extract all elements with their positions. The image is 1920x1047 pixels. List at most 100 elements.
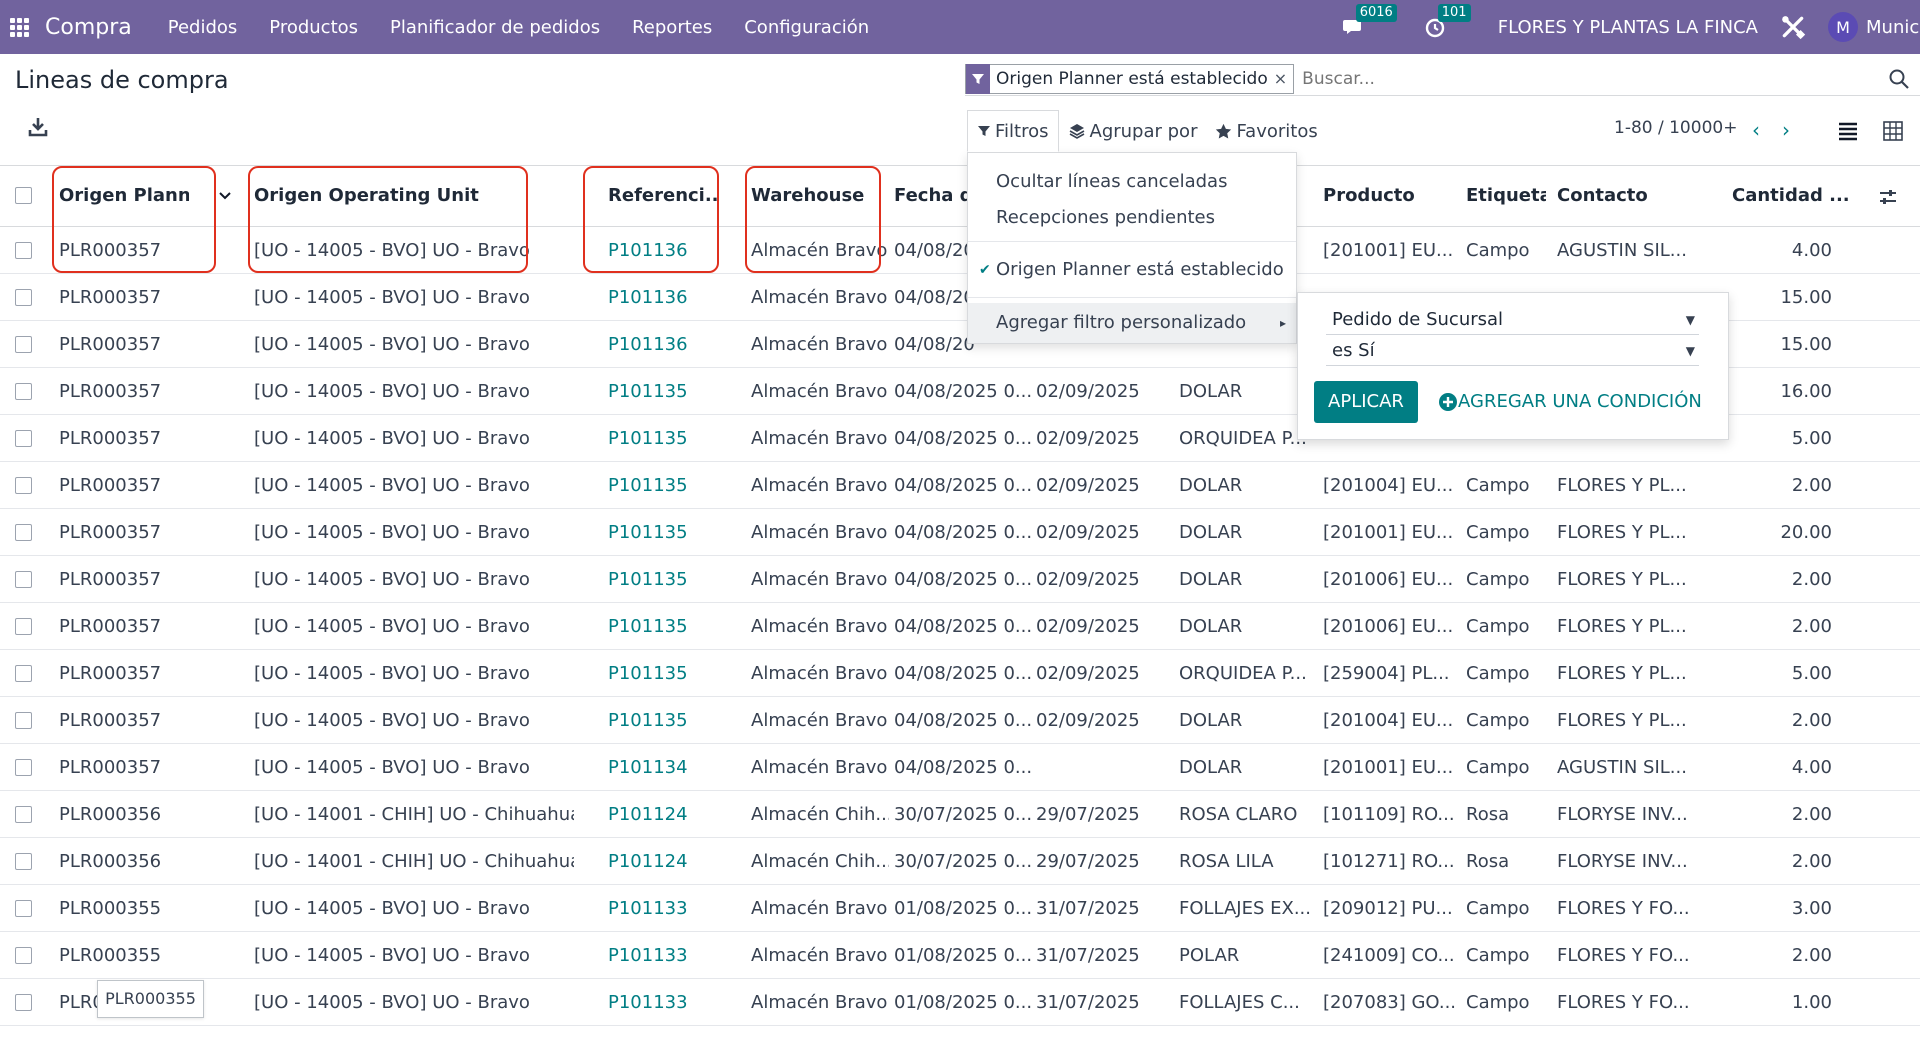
table-row[interactable]: PLR000357 [UO - 14005 - BVO] UO - Bravo P1… [0,697,1920,744]
menu-pedidos[interactable]: Pedidos [168,17,238,38]
cell-referencia[interactable]: P101135 [608,462,733,509]
cell-referencia[interactable]: P101136 [608,274,733,321]
facet-remove-icon[interactable]: × [1274,69,1293,88]
group-by-button[interactable]: Agrupar por [1059,110,1207,152]
cell-referencia[interactable]: P101135 [608,697,733,744]
cell-referencia[interactable]: P101133 [608,932,733,979]
favorites-label: Favoritos [1236,120,1318,142]
plus-circle-icon [1439,392,1457,411]
user-avatar[interactable]: M [1828,12,1858,42]
table-row[interactable]: PLR000357 [UO - 14005 - BVO] UO - Bravo P1… [0,650,1920,697]
row-checkbox[interactable] [15,806,32,823]
search-input[interactable] [1302,68,1888,89]
user-name[interactable]: Munic [1866,17,1920,38]
pivot-view-icon[interactable] [1882,120,1904,142]
row-checkbox[interactable] [15,900,32,917]
row-checkbox[interactable] [15,336,32,353]
pager-value[interactable]: 1-80 / 10000+ [1614,118,1737,138]
col-origen-ou[interactable]: Origen Operating Unit [254,166,504,228]
pager-previous-icon[interactable]: ‹ [1752,118,1760,142]
pager-next-icon[interactable]: › [1782,118,1790,142]
row-checkbox[interactable] [15,759,32,776]
filter-ocultar-canceladas[interactable]: Ocultar líneas canceladas [968,167,1296,197]
filters-button[interactable]: Filtros [967,110,1059,152]
cell-referencia[interactable]: P101135 [608,368,733,415]
row-checkbox[interactable] [15,242,32,259]
table-row[interactable]: PLR000355 [UO - 14005 - BVO] UO - Bravo P1… [0,979,1920,1026]
row-checkbox[interactable] [15,477,32,494]
cell-referencia[interactable]: P101135 [608,603,733,650]
table-row[interactable]: PLR000355 [UO - 14005 - BVO] UO - Bravo P1… [0,932,1920,979]
table-row[interactable]: PLR000356 [UO - 14001 - CHIH] UO - Chihua… [0,838,1920,885]
favorites-button[interactable]: Favoritos [1206,110,1326,152]
row-checkbox[interactable] [15,618,32,635]
table-row[interactable]: PLR000357 [UO - 14005 - BVO] UO - Bravo P1… [0,462,1920,509]
cell-referencia[interactable]: P101136 [608,227,733,274]
col-origen-planner[interactable]: Origen Planner [59,166,189,228]
col-contacto[interactable]: Contacto [1557,166,1687,228]
messages-button[interactable]: 6016 [1342,4,1397,39]
table-row[interactable]: PLR000355 [UO - 14005 - BVO] UO - Bravo P1… [0,885,1920,932]
table-row[interactable]: PLR000356 [UO - 14001 - CHIH] UO - Chihua… [0,791,1920,838]
row-checkbox[interactable] [15,524,32,541]
table-row[interactable]: PLR000357 [UO - 14005 - BVO] UO - Bravo P1… [0,227,1920,274]
col-referencia[interactable]: Referenci... [608,166,718,228]
custom-filter-operator-select[interactable]: es Sí ▼ [1326,336,1699,366]
column-settings-icon[interactable] [1878,187,1898,207]
select-all-checkbox[interactable] [15,187,32,204]
cell-warehouse: Almacén Bravo [751,992,888,1013]
filter-origen-planner-active[interactable]: ✔ Origen Planner está establecido [968,253,1296,287]
cell-referencia[interactable]: P101135 [608,415,733,462]
table-row[interactable]: PLR000357 [UO - 14005 - BVO] UO - Bravo P1… [0,744,1920,791]
col-producto[interactable]: Producto [1323,166,1453,228]
download-icon[interactable] [27,116,49,138]
list-view-icon[interactable] [1837,120,1859,142]
cell-referencia[interactable]: P101124 [608,838,733,885]
app-brand[interactable]: Compra [45,15,132,40]
cell-referencia[interactable]: P101133 [608,885,733,932]
search-icon[interactable] [1888,68,1910,90]
col-etiqueta[interactable]: Etiqueta [1466,166,1546,228]
custom-filter-field-select[interactable]: Pedido de Sucursal ▼ [1326,305,1699,335]
apps-grid-icon[interactable] [9,17,29,37]
company-switcher[interactable]: FLORES Y PLANTAS LA FINCA [1498,17,1758,38]
cell-referencia[interactable]: P101124 [608,791,733,838]
row-checkbox[interactable] [15,994,32,1011]
search-facet[interactable]: Origen Planner está establecido × [965,63,1295,94]
col-fecha[interactable]: Fecha de [894,166,974,228]
row-checkbox[interactable] [15,289,32,306]
cell-producto: [241009] CO... [1323,945,1455,966]
table-row[interactable]: PLR000357 [UO - 14005 - BVO] UO - Bravo P1… [0,556,1920,603]
tools-icon[interactable] [1780,14,1806,40]
menu-productos[interactable]: Productos [269,17,358,38]
chevron-down-icon[interactable] [218,190,232,202]
table-row[interactable]: PLR000357 [UO - 14005 - BVO] UO - Bravo P1… [0,509,1920,556]
menu-configuracion[interactable]: Configuración [744,17,869,38]
table-row[interactable]: PLR000357 [UO - 14005 - BVO] UO - Bravo P1… [0,603,1920,650]
add-custom-filter[interactable]: Agregar filtro personalizado ▸ [968,303,1296,343]
cell-referencia[interactable]: P101134 [608,744,733,791]
layers-icon [1069,124,1084,139]
cell-contacto: AGUSTIN SIL... [1557,757,1687,778]
cell-referencia[interactable]: P101135 [608,650,733,697]
cell-referencia[interactable]: P101136 [608,321,733,368]
row-checkbox[interactable] [15,712,32,729]
cell-referencia[interactable]: P101135 [608,509,733,556]
add-condition-button[interactable]: AGREGAR UNA CONDICIÓN [1438,391,1702,412]
row-checkbox[interactable] [15,665,32,682]
col-cantidad[interactable]: Cantidad ... [1732,166,1852,228]
apply-button[interactable]: APLICAR [1314,381,1418,423]
cell-fecha-2: 31/07/2025 [1036,992,1140,1013]
activities-button[interactable]: 101 [1424,4,1471,39]
menu-planificador[interactable]: Planificador de pedidos [390,17,600,38]
menu-reportes[interactable]: Reportes [632,17,712,38]
row-checkbox[interactable] [15,571,32,588]
col-warehouse[interactable]: Warehouse [751,166,881,228]
row-checkbox[interactable] [15,947,32,964]
cell-referencia[interactable]: P101135 [608,556,733,603]
row-checkbox[interactable] [15,383,32,400]
row-checkbox[interactable] [15,430,32,447]
row-checkbox[interactable] [15,853,32,870]
cell-referencia[interactable]: P101133 [608,979,733,1026]
filter-recepciones-pendientes[interactable]: Recepciones pendientes [968,203,1296,233]
